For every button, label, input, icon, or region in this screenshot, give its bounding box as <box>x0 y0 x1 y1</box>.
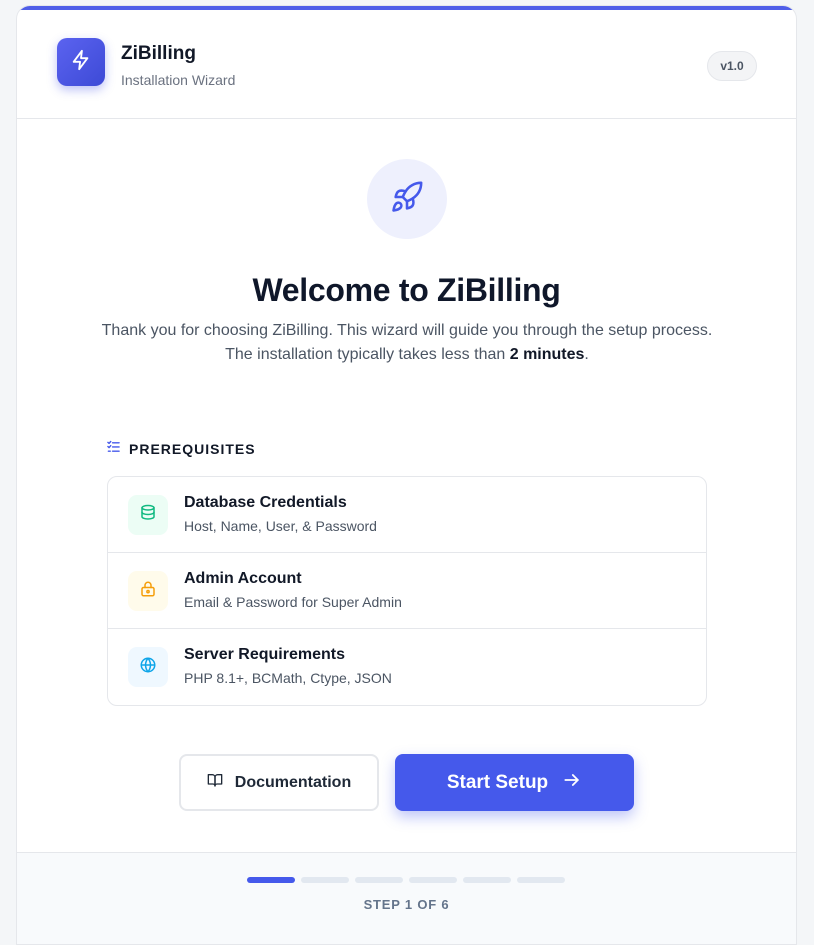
prerequisites-label: PREREQUISITES <box>129 441 256 457</box>
prerequisites-heading: PREREQUISITES <box>107 440 256 458</box>
prerequisite-admin-account: Admin Account Email & Password for Super… <box>108 553 706 629</box>
step-progress <box>247 877 565 883</box>
database-icon <box>139 504 157 527</box>
step-indicator-3 <box>355 877 403 883</box>
lock-icon <box>139 580 157 603</box>
start-setup-button[interactable]: Start Setup <box>395 754 634 811</box>
wizard-header: ZiBilling Installation Wizard v1.0 <box>17 10 796 119</box>
prerequisite-icon-box <box>128 647 168 687</box>
prerequisite-icon-box <box>128 495 168 535</box>
prerequisite-title: Admin Account <box>184 570 302 587</box>
step-counter: STEP 1 OF 6 <box>363 897 450 912</box>
documentation-button[interactable]: Documentation <box>179 754 379 811</box>
prerequisite-description: Host, Name, User, & Password <box>184 518 377 534</box>
intro-line-2-prefix: The installation typically takes less th… <box>225 346 510 363</box>
install-duration: 2 minutes <box>509 346 585 363</box>
prerequisite-description: PHP 8.1+, BCMath, Ctype, JSON <box>184 670 392 686</box>
intro-line-2: The installation typically takes less th… <box>97 343 717 367</box>
documentation-button-label: Documentation <box>234 773 352 791</box>
start-setup-button-label: Start Setup <box>446 771 549 793</box>
step-indicator-2 <box>301 877 349 883</box>
prerequisites-list: Database Credentials Host, Name, User, &… <box>107 476 707 706</box>
step-indicator-6 <box>517 877 565 883</box>
arrow-right-icon <box>562 770 582 796</box>
list-check-icon <box>107 440 120 458</box>
installer-card: ZiBilling Installation Wizard v1.0 Welco… <box>16 5 797 945</box>
step-indicator-4 <box>409 877 457 883</box>
book-open-icon <box>207 772 223 793</box>
prerequisite-title: Database Credentials <box>184 494 347 511</box>
step-indicator-1 <box>247 877 295 883</box>
intro-line-1: Thank you for choosing ZiBilling. This w… <box>101 322 713 339</box>
version-badge: v1.0 <box>707 51 757 81</box>
rocket-icon <box>390 180 424 219</box>
step-indicator-5 <box>463 877 511 883</box>
lightning-bolt-icon <box>70 49 92 76</box>
app-logo <box>57 38 105 86</box>
page-title: Welcome to ZiBilling <box>252 272 561 308</box>
prerequisite-database: Database Credentials Host, Name, User, &… <box>108 477 706 553</box>
prerequisite-title: Server Requirements <box>184 646 345 663</box>
prerequisite-server-requirements: Server Requirements PHP 8.1+, BCMath, Ct… <box>108 629 706 705</box>
wizard-footer: STEP 1 OF 6 <box>17 852 796 944</box>
prerequisite-description: Email & Password for Super Admin <box>184 594 402 610</box>
brand-name: ZiBilling <box>121 43 196 64</box>
globe-icon <box>139 656 157 679</box>
brand-subtitle: Installation Wizard <box>121 72 236 88</box>
hero-icon-circle <box>367 159 447 239</box>
intro-text: Thank you for choosing ZiBilling. This w… <box>97 319 717 367</box>
prerequisite-icon-box <box>128 571 168 611</box>
intro-line-2-suffix: . <box>584 346 589 363</box>
